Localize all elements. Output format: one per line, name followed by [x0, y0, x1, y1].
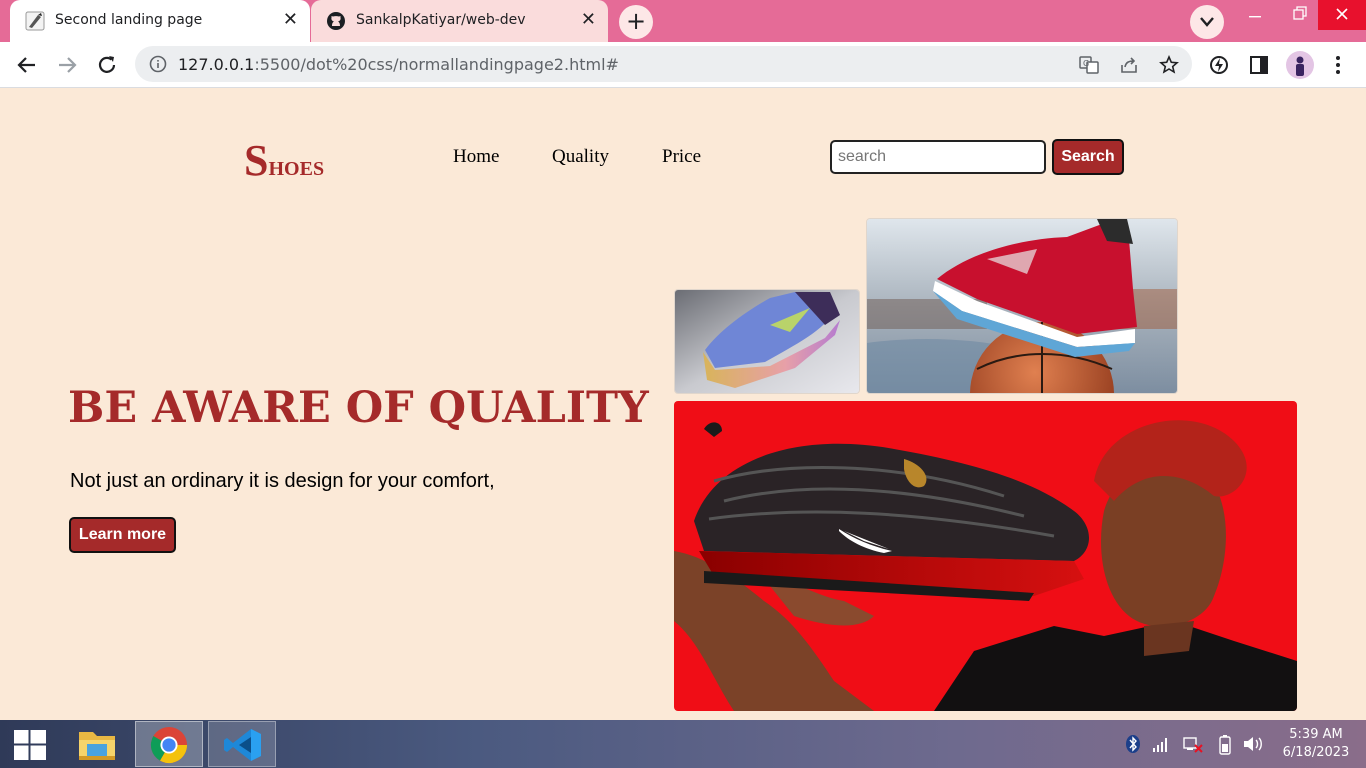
minimize-icon [1249, 16, 1261, 18]
blue-sneaker-photo [674, 289, 860, 394]
side-panel-icon[interactable] [1248, 54, 1270, 76]
clock-time: 5:39 AM [1289, 727, 1343, 742]
avatar-icon [1296, 56, 1304, 76]
learn-more-button[interactable]: Learn more [69, 517, 176, 553]
browser-tab-strip: Second landing page ✕ SankalpKatiyar/web… [0, 0, 1366, 42]
window-close-button[interactable] [1318, 0, 1366, 30]
site-logo[interactable]: SHOES [244, 135, 324, 186]
folder-icon [79, 732, 115, 760]
page-viewport: SHOES Home Quality Price Search Be aware… [0, 88, 1366, 720]
volume-icon[interactable] [1242, 735, 1264, 753]
search-input[interactable] [830, 140, 1046, 174]
tab-github-web-dev[interactable]: SankalpKatiyar/web-dev ✕ [311, 0, 608, 42]
translate-icon[interactable]: G [1079, 55, 1099, 75]
bookmark-star-icon[interactable] [1159, 55, 1179, 75]
chevron-down-icon [1200, 17, 1214, 27]
no-internet-icon[interactable] [1183, 735, 1203, 753]
window-restore-button[interactable] [1276, 0, 1322, 30]
page-favicon-icon [25, 11, 45, 31]
chrome-icon [150, 726, 188, 764]
back-arrow-icon[interactable] [16, 54, 38, 76]
clock-date: 6/18/2023 [1282, 745, 1350, 760]
tab-close-icon[interactable]: ✕ [581, 10, 596, 30]
windows-logo-icon [14, 730, 46, 760]
red-sneaker-on-basketball-photo [866, 218, 1178, 394]
kebab-menu-icon[interactable] [1330, 54, 1346, 76]
url-text: 127.0.0.1:5500/dot%20css/normallandingpa… [178, 55, 619, 74]
github-icon [326, 11, 346, 31]
taskbar-file-explorer[interactable] [64, 721, 132, 767]
hero-title: Be aware of quality [68, 383, 649, 433]
nav-link-quality[interactable]: Quality [552, 146, 609, 168]
new-tab-button[interactable]: + [619, 5, 653, 39]
nav-link-home[interactable]: Home [453, 146, 499, 168]
forward-arrow-icon[interactable] [56, 54, 78, 76]
nav-link-price[interactable]: Price [662, 146, 701, 168]
network-signal-icon[interactable] [1152, 735, 1170, 753]
tab-title: SankalpKatiyar/web-dev [356, 12, 526, 28]
search-button[interactable]: Search [1052, 139, 1124, 175]
window-minimize-button[interactable] [1232, 0, 1278, 30]
tab-title: Second landing page [55, 12, 203, 28]
tab-close-icon[interactable]: ✕ [283, 10, 298, 30]
vscode-icon [224, 729, 261, 761]
taskbar-vscode[interactable] [208, 721, 276, 767]
bluetooth-icon[interactable] [1125, 735, 1141, 753]
tab-second-landing-page[interactable]: Second landing page ✕ [10, 0, 310, 42]
svg-text:G: G [1083, 59, 1089, 68]
taskbar-chrome[interactable] [135, 721, 203, 767]
man-holding-black-red-sneaker-photo [674, 401, 1297, 711]
site-info-icon[interactable] [149, 55, 167, 73]
windows-taskbar: 5:39 AM 6/18/2023 [0, 720, 1366, 768]
tab-search-button[interactable] [1190, 5, 1224, 39]
reload-icon[interactable] [96, 54, 118, 76]
address-bar[interactable]: 127.0.0.1:5500/dot%20css/normallandingpa… [135, 46, 1192, 82]
profile-avatar[interactable] [1286, 51, 1314, 79]
start-button[interactable] [0, 721, 60, 767]
battery-icon[interactable] [1218, 735, 1232, 755]
hero-subtitle: Not just an ordinary it is design for yo… [70, 470, 495, 492]
close-icon [1336, 8, 1348, 20]
taskbar-clock[interactable]: 5:39 AM 6/18/2023 [1276, 726, 1356, 762]
browser-toolbar: 127.0.0.1:5500/dot%20css/normallandingpa… [0, 42, 1366, 88]
performance-icon[interactable] [1208, 54, 1230, 76]
restore-icon [1293, 6, 1307, 20]
share-icon[interactable] [1119, 55, 1139, 75]
